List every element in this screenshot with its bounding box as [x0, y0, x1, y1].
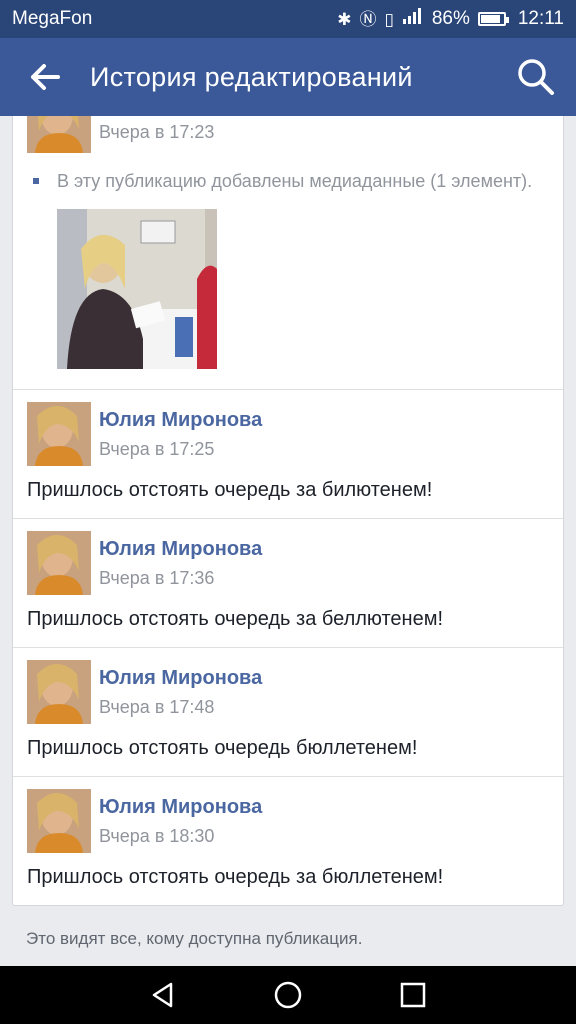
avatar[interactable] — [27, 402, 91, 466]
change-text: В эту публикацию добавлены медиаданные (… — [57, 171, 533, 191]
avatar[interactable] — [27, 789, 91, 853]
author-name[interactable]: Юлия Миронова — [99, 664, 262, 692]
app-bar: История редактирований — [0, 38, 576, 116]
back-button[interactable] — [0, 38, 90, 116]
search-button[interactable] — [496, 38, 576, 116]
battery-percent: 86% — [431, 8, 470, 29]
arrow-left-icon — [31, 64, 60, 90]
bluetooth-icon: ✱ — [337, 9, 352, 29]
edit-history-list[interactable]: Вчера в 17:23 В эту публикацию добавлены… — [0, 116, 576, 966]
author-name[interactable]: Юлия Миронова — [99, 535, 262, 563]
edit-time: Вчера в 17:25 — [99, 439, 215, 459]
navigation-bar — [0, 966, 576, 1024]
edit-time: Вчера в 17:36 — [99, 568, 215, 588]
signal-icon — [402, 7, 424, 31]
post-text: Пришлось отстоять очередь за бюллетенем! — [27, 866, 444, 888]
edit-time: Вчера в 17:23 — [99, 122, 215, 142]
history-entry: Юлия Миронова Вчера в 17:25 Пришлось отс… — [13, 390, 563, 519]
search-icon — [518, 59, 554, 95]
carrier-name: MegaFon — [12, 8, 93, 29]
visibility-note: Это видят все, кому доступна публикация. — [26, 929, 363, 948]
avatar[interactable] — [27, 116, 91, 153]
edit-time: Вчера в 17:48 — [99, 697, 215, 717]
clock: 12:11 — [517, 8, 564, 29]
history-entry: Юлия Миронова Вчера в 18:30 Пришлось отс… — [13, 777, 563, 905]
nav-recents-button[interactable] — [383, 966, 443, 1024]
post-text: Пришлось отстоять очередь за беллютенем! — [27, 608, 444, 630]
page-title: История редактирований — [90, 61, 413, 92]
back-triangle-icon — [152, 982, 172, 1008]
author-name[interactable]: Юлия Миронова — [99, 793, 262, 821]
nav-home-button[interactable] — [258, 966, 318, 1024]
history-card: Вчера в 17:23 В эту публикацию добавлены… — [12, 116, 564, 906]
history-entry: Вчера в 17:23 В эту публикацию добавлены… — [13, 116, 563, 390]
battery-icon — [477, 12, 509, 26]
history-entry: Юлия Миронова Вчера в 17:48 Пришлось отс… — [13, 648, 563, 777]
media-photo[interactable] — [57, 209, 217, 369]
author-name[interactable]: Юлия Миронова — [99, 406, 262, 434]
edit-time: Вчера в 18:30 — [99, 826, 215, 846]
status-bar: MegaFon ✱ Ⓝ ▯ 86% 12:11 — [0, 0, 576, 38]
post-text: Пришлось отстоять очередь за билютенем! — [27, 479, 433, 501]
vibrate-icon: ▯ — [384, 9, 394, 29]
avatar[interactable] — [27, 531, 91, 595]
change-description: В эту публикацию добавлены медиаданные (… — [27, 167, 549, 195]
nav-back-button[interactable] — [133, 966, 193, 1024]
home-circle-icon — [274, 981, 302, 1009]
nfc-icon: Ⓝ — [359, 9, 377, 29]
post-text: Пришлось отстоять очередь бюллетенем! — [27, 737, 418, 759]
avatar[interactable] — [27, 660, 91, 724]
bullet-icon — [33, 178, 39, 184]
recents-square-icon — [401, 982, 426, 1008]
history-entry: Юлия Миронова Вчера в 17:36 Пришлось отс… — [13, 519, 563, 648]
status-icons: ✱ Ⓝ ▯ 86% 12:11 — [337, 7, 564, 31]
